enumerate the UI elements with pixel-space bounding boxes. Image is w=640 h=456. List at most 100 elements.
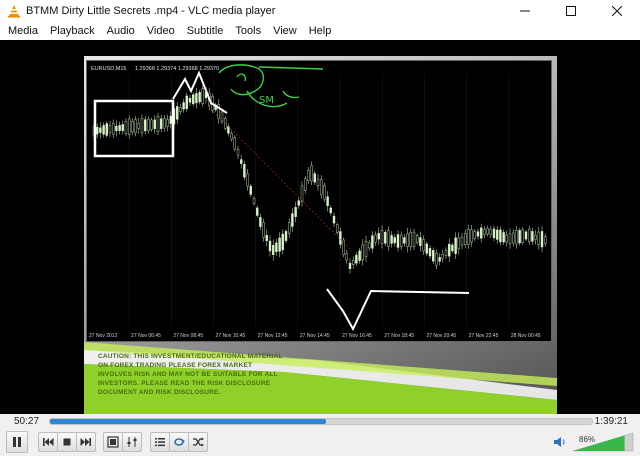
candle-body bbox=[239, 159, 243, 164]
seek-bar[interactable] bbox=[49, 418, 593, 425]
candle-body bbox=[108, 125, 112, 133]
candle-body bbox=[153, 119, 157, 129]
volume-percent: 86% bbox=[579, 435, 596, 444]
controls-bar: 86% bbox=[0, 429, 640, 456]
menu-tools[interactable]: Tools bbox=[229, 22, 267, 40]
menu-playback[interactable]: Playback bbox=[44, 22, 101, 40]
candle-body bbox=[444, 250, 448, 256]
menu-video[interactable]: Video bbox=[141, 22, 181, 40]
shuffle-button[interactable] bbox=[188, 432, 208, 452]
candle-body bbox=[195, 93, 198, 104]
video-area[interactable]: EURUSD,M15 1.29368 1.29374 1.29368 1.293… bbox=[0, 40, 640, 414]
candle-body bbox=[396, 234, 400, 248]
candle-body bbox=[508, 233, 512, 244]
candle-body bbox=[470, 229, 473, 243]
candle-body bbox=[335, 224, 339, 233]
time-axis-label: 27 Nov 16:45 bbox=[342, 333, 372, 339]
candle-body bbox=[540, 231, 544, 248]
minimize-button[interactable] bbox=[502, 0, 548, 22]
candle-body bbox=[460, 237, 464, 246]
candle-body bbox=[435, 253, 438, 266]
candle-body bbox=[112, 123, 115, 135]
candle-body bbox=[422, 239, 425, 252]
candle-body bbox=[236, 149, 240, 156]
menu-help[interactable]: Help bbox=[303, 22, 338, 40]
seek-bar-progress bbox=[50, 419, 327, 424]
next-button[interactable] bbox=[76, 432, 96, 452]
candle-body bbox=[355, 254, 358, 264]
candle-body bbox=[281, 233, 285, 251]
time-axis-label: 27 Nov 22:45 bbox=[469, 333, 499, 339]
candle-body bbox=[316, 178, 320, 187]
extended-settings-button[interactable] bbox=[122, 432, 142, 452]
candle-body bbox=[419, 237, 422, 246]
menu-view[interactable]: View bbox=[267, 22, 303, 40]
loop-icon bbox=[174, 438, 185, 446]
candle-body bbox=[499, 229, 502, 243]
candle-body bbox=[480, 227, 483, 239]
candle-body bbox=[352, 260, 355, 265]
candle-body bbox=[323, 184, 326, 200]
stop-button[interactable] bbox=[57, 432, 77, 452]
speaker-icon[interactable] bbox=[553, 436, 567, 448]
candle-body bbox=[102, 125, 105, 135]
stop-icon bbox=[63, 438, 71, 446]
menu-media[interactable]: Media bbox=[2, 22, 44, 40]
candle-body bbox=[284, 231, 288, 241]
candle-body bbox=[428, 248, 432, 257]
candle-body bbox=[438, 257, 441, 262]
candle-body bbox=[486, 228, 489, 235]
candle-body bbox=[124, 121, 128, 134]
candle-body bbox=[297, 200, 301, 206]
close-button[interactable] bbox=[594, 0, 640, 22]
menu-subtitle[interactable]: Subtitle bbox=[181, 22, 230, 40]
candle-body bbox=[393, 237, 396, 244]
candle-body bbox=[294, 207, 297, 217]
candle-body bbox=[345, 253, 348, 261]
menu-audio[interactable]: Audio bbox=[101, 22, 141, 40]
candle-body bbox=[105, 123, 108, 136]
candle-body bbox=[400, 234, 403, 247]
candle-body bbox=[544, 236, 547, 244]
candle-body bbox=[390, 235, 393, 244]
candle-body bbox=[387, 230, 390, 247]
candle-body bbox=[191, 94, 195, 105]
candle-body bbox=[233, 137, 237, 150]
candle-body bbox=[150, 119, 153, 130]
candle-body bbox=[131, 121, 134, 133]
candle-body bbox=[243, 164, 246, 178]
playlist-button[interactable] bbox=[150, 432, 170, 452]
candle-series bbox=[92, 85, 547, 274]
candle-body bbox=[377, 233, 380, 240]
candle-body bbox=[326, 196, 329, 206]
candle-body bbox=[371, 235, 374, 249]
video-frame-chart: EURUSD,M15 1.29368 1.29374 1.29368 1.293… bbox=[86, 60, 552, 342]
candle-body bbox=[441, 253, 444, 259]
candle-body bbox=[310, 165, 313, 182]
candle-body bbox=[262, 222, 265, 238]
candle-body bbox=[95, 126, 99, 135]
pause-button[interactable] bbox=[6, 431, 28, 453]
candle-body bbox=[185, 95, 189, 109]
vlc-cone-icon bbox=[8, 5, 20, 18]
previous-button[interactable] bbox=[38, 432, 58, 452]
candle-body bbox=[182, 102, 185, 110]
playlist-icon bbox=[155, 438, 165, 447]
candle-body bbox=[230, 133, 233, 140]
candle-body bbox=[451, 244, 454, 252]
slide-disclaimer-text: CAUTION: THIS INVESTMENT/EDUCATIONAL MAT… bbox=[98, 353, 283, 396]
fullscreen-button[interactable] bbox=[103, 432, 123, 452]
shuffle-icon bbox=[193, 437, 204, 447]
candle-body bbox=[249, 185, 253, 195]
candle-body bbox=[137, 123, 140, 129]
candle-body bbox=[159, 118, 163, 129]
candle-body bbox=[140, 118, 144, 134]
maximize-button[interactable] bbox=[548, 0, 594, 22]
loop-button[interactable] bbox=[169, 432, 189, 452]
candle-body bbox=[329, 207, 333, 214]
candle-body bbox=[512, 232, 515, 244]
candle-body bbox=[268, 240, 272, 252]
candle-body bbox=[287, 222, 291, 234]
time-axis-label: 27 Nov 12:45 bbox=[258, 333, 288, 339]
fullscreen-icon bbox=[107, 436, 119, 448]
